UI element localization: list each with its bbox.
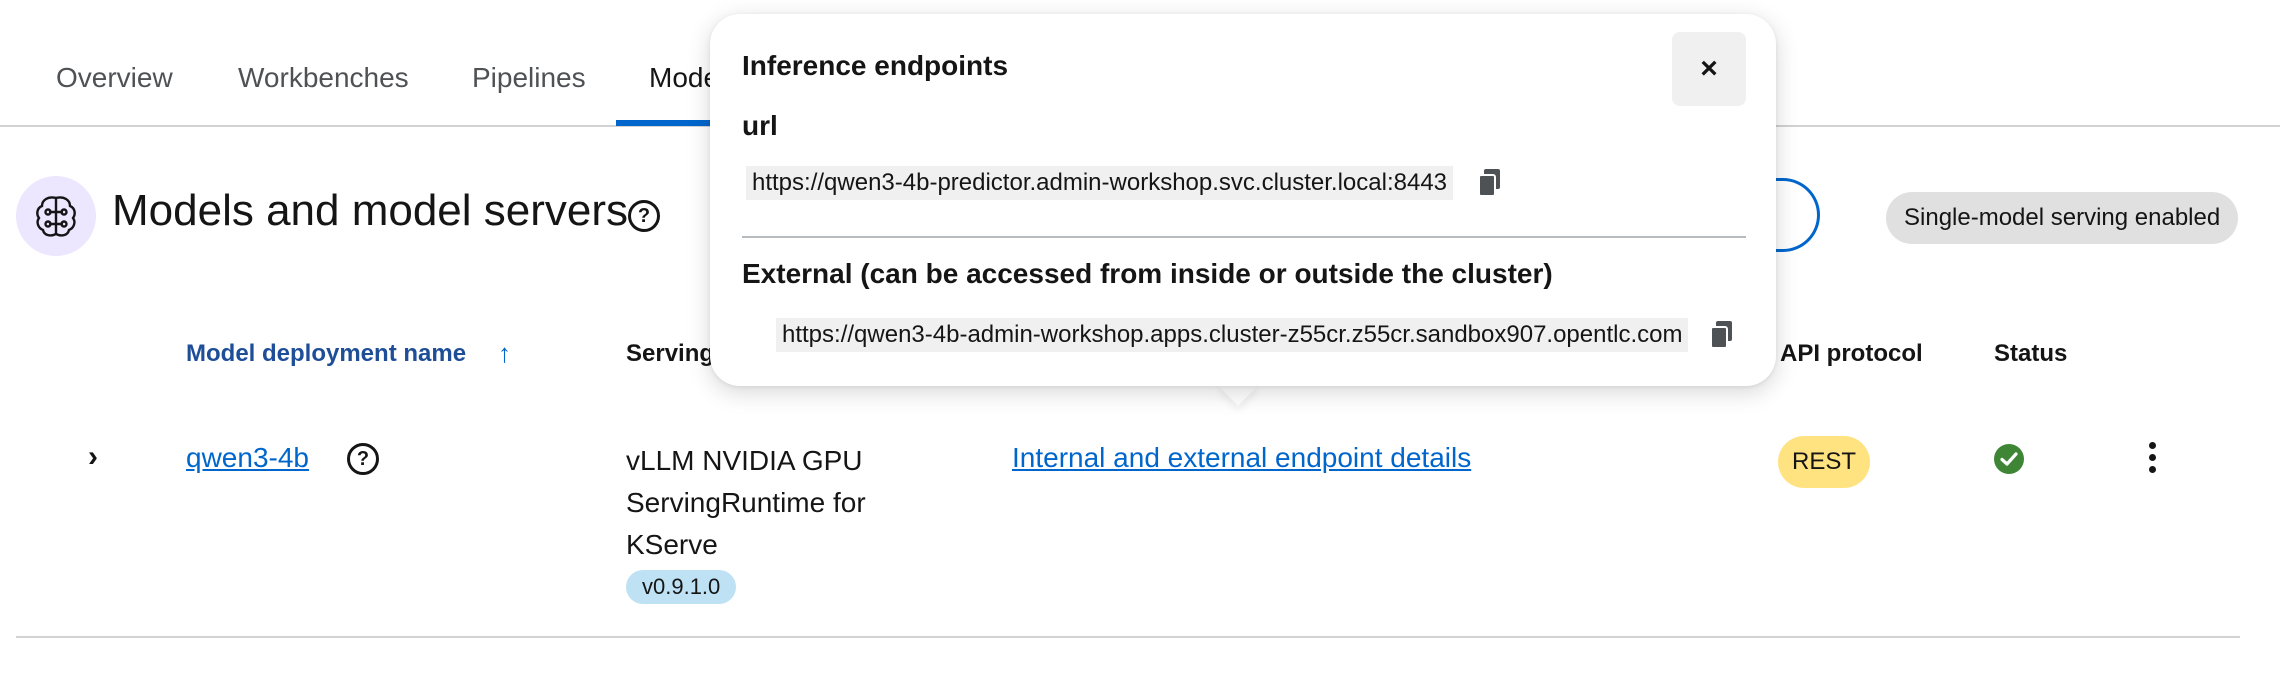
column-header-serving[interactable]: Serving xyxy=(626,340,714,368)
popover-title: Inference endpoints xyxy=(742,50,1009,81)
model-brain-icon xyxy=(16,176,96,256)
row-divider xyxy=(16,636,2240,638)
model-help-icon[interactable]: ? xyxy=(347,443,379,475)
model-name-link[interactable]: qwen3-4b xyxy=(186,442,309,474)
row-expand-chevron-icon[interactable]: › xyxy=(88,440,98,474)
serving-runtime: vLLM NVIDIA GPU ServingRuntime for KServ… xyxy=(626,445,866,560)
tab-pipelines[interactable]: Pipelines xyxy=(472,62,586,94)
help-icon[interactable]: ? xyxy=(628,200,660,232)
internal-url-label: url xyxy=(742,110,778,141)
status-success-icon xyxy=(1994,444,2024,474)
tab-workbenches[interactable]: Workbenches xyxy=(238,62,409,94)
close-icon[interactable]: × xyxy=(1672,32,1746,106)
copy-icon[interactable] xyxy=(1710,321,1734,349)
endpoint-details-link[interactable]: Internal and external endpoint details xyxy=(1012,442,1471,474)
sort-ascending-icon[interactable]: ↑ xyxy=(498,338,511,369)
runtime-version-badge: v0.9.1.0 xyxy=(626,570,737,604)
external-url-value: https://qwen3-4b-admin-workshop.apps.clu… xyxy=(776,318,1689,352)
external-url-label: External (can be accessed from inside or… xyxy=(742,258,1553,289)
tab-overview[interactable]: Overview xyxy=(56,62,173,94)
column-header-api-protocol: API protocol xyxy=(1780,340,1923,367)
copy-icon[interactable] xyxy=(1478,169,1502,197)
column-header-status: Status xyxy=(1994,340,2068,367)
page-title: Models and model servers xyxy=(112,186,629,235)
tab-models[interactable]: Mode xyxy=(649,62,719,94)
api-protocol-badge: REST xyxy=(1778,436,1870,488)
popover-divider xyxy=(742,236,1746,238)
internal-url-value: https://qwen3-4b-predictor.admin-worksho… xyxy=(746,166,1454,200)
column-header-name[interactable]: Model deployment name xyxy=(186,340,466,368)
serving-mode-badge: Single-model serving enabled xyxy=(1886,192,2239,244)
row-actions-kebab-icon[interactable] xyxy=(2146,442,2158,476)
inference-endpoints-popover: Inference endpoints × url https://qwen3-… xyxy=(710,14,1776,386)
